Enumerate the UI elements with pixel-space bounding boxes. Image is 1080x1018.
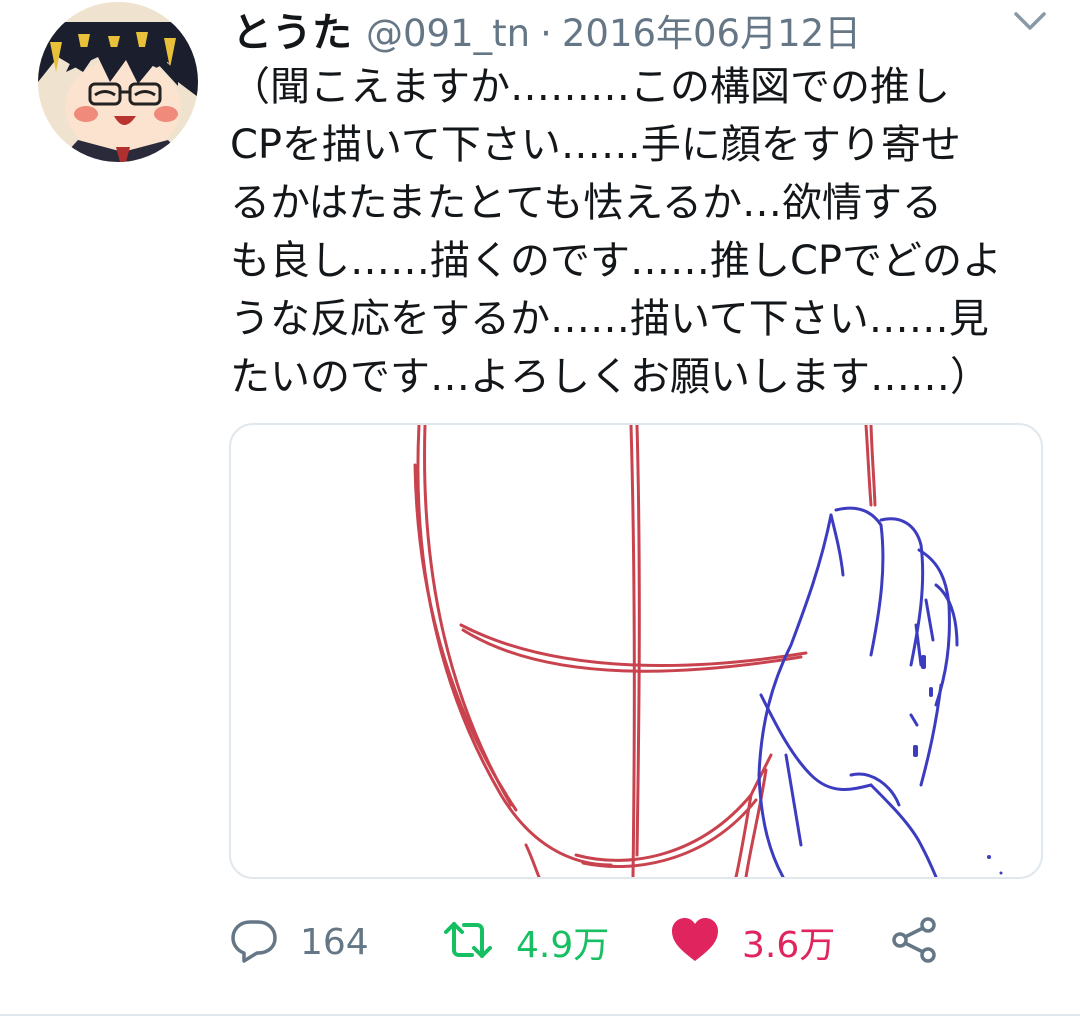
like-button[interactable]: 3.6万 bbox=[670, 912, 835, 972]
tweet: とうた @091_tn · 2016年06月12日 （聞こえますか………この構図… bbox=[0, 0, 1080, 1018]
user-handle[interactable]: @091_tn bbox=[366, 12, 530, 55]
tweet-actions: 164 4.9万 3.6万 bbox=[230, 912, 1050, 972]
tweet-date[interactable]: 2016年06月12日 bbox=[562, 3, 861, 57]
display-name[interactable]: とうた bbox=[232, 0, 352, 58]
divider bbox=[0, 1014, 1080, 1016]
sketch-illustration bbox=[413, 425, 1003, 877]
reply-icon bbox=[230, 916, 278, 968]
tweet-header: とうた @091_tn · 2016年06月12日 bbox=[232, 0, 861, 56]
avatar[interactable] bbox=[38, 2, 198, 162]
retweet-count: 4.9万 bbox=[516, 925, 610, 966]
retweet-button[interactable]: 4.9万 bbox=[442, 912, 609, 972]
header-separator: · bbox=[540, 12, 552, 55]
avatar-illustration bbox=[38, 2, 198, 162]
retweet-icon bbox=[442, 916, 494, 968]
reply-count: 164 bbox=[300, 921, 369, 963]
chevron-down-icon[interactable] bbox=[1010, 6, 1050, 36]
share-icon bbox=[890, 916, 940, 968]
like-count: 3.6万 bbox=[742, 925, 836, 966]
heart-icon bbox=[670, 917, 720, 967]
tweet-text: （聞こえますか………この構図での推し CPを描いて下さい……手に顔をすり寄せ る… bbox=[230, 64, 1003, 400]
reply-button[interactable]: 164 bbox=[230, 912, 369, 972]
tweet-media-image[interactable] bbox=[229, 423, 1043, 879]
share-button[interactable] bbox=[890, 912, 940, 972]
